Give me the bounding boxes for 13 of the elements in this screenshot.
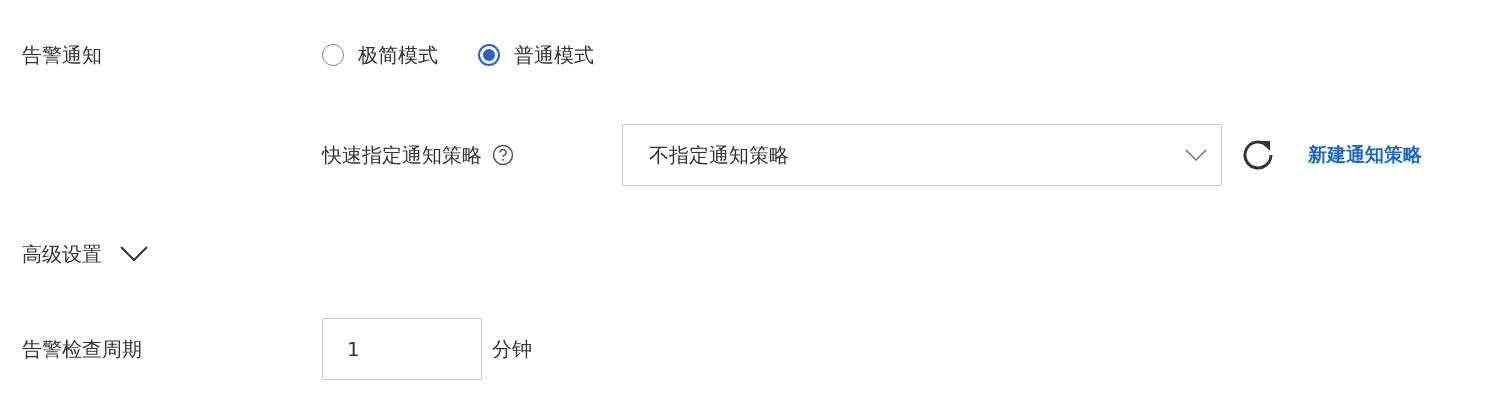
field-label: 快速指定通知策略: [322, 141, 482, 169]
new-policy-link[interactable]: 新建通知策略: [1308, 142, 1422, 168]
help-icon[interactable]: [492, 144, 514, 166]
chevron-down-icon: [1185, 149, 1207, 161]
chevron-down-icon: [120, 246, 148, 262]
unit-label: 分钟: [492, 335, 532, 363]
field-label: 告警通知: [22, 41, 103, 69]
radio-option[interactable]: 普通模式: [478, 41, 594, 69]
radio-option[interactable]: 极简模式: [322, 41, 438, 69]
advanced-settings-toggle[interactable]: 高级设置: [22, 240, 148, 268]
policy-select[interactable]: 不指定通知策略: [622, 124, 1222, 186]
period-input[interactable]: 1: [322, 318, 482, 380]
field-label: 告警检查周期: [22, 335, 143, 363]
